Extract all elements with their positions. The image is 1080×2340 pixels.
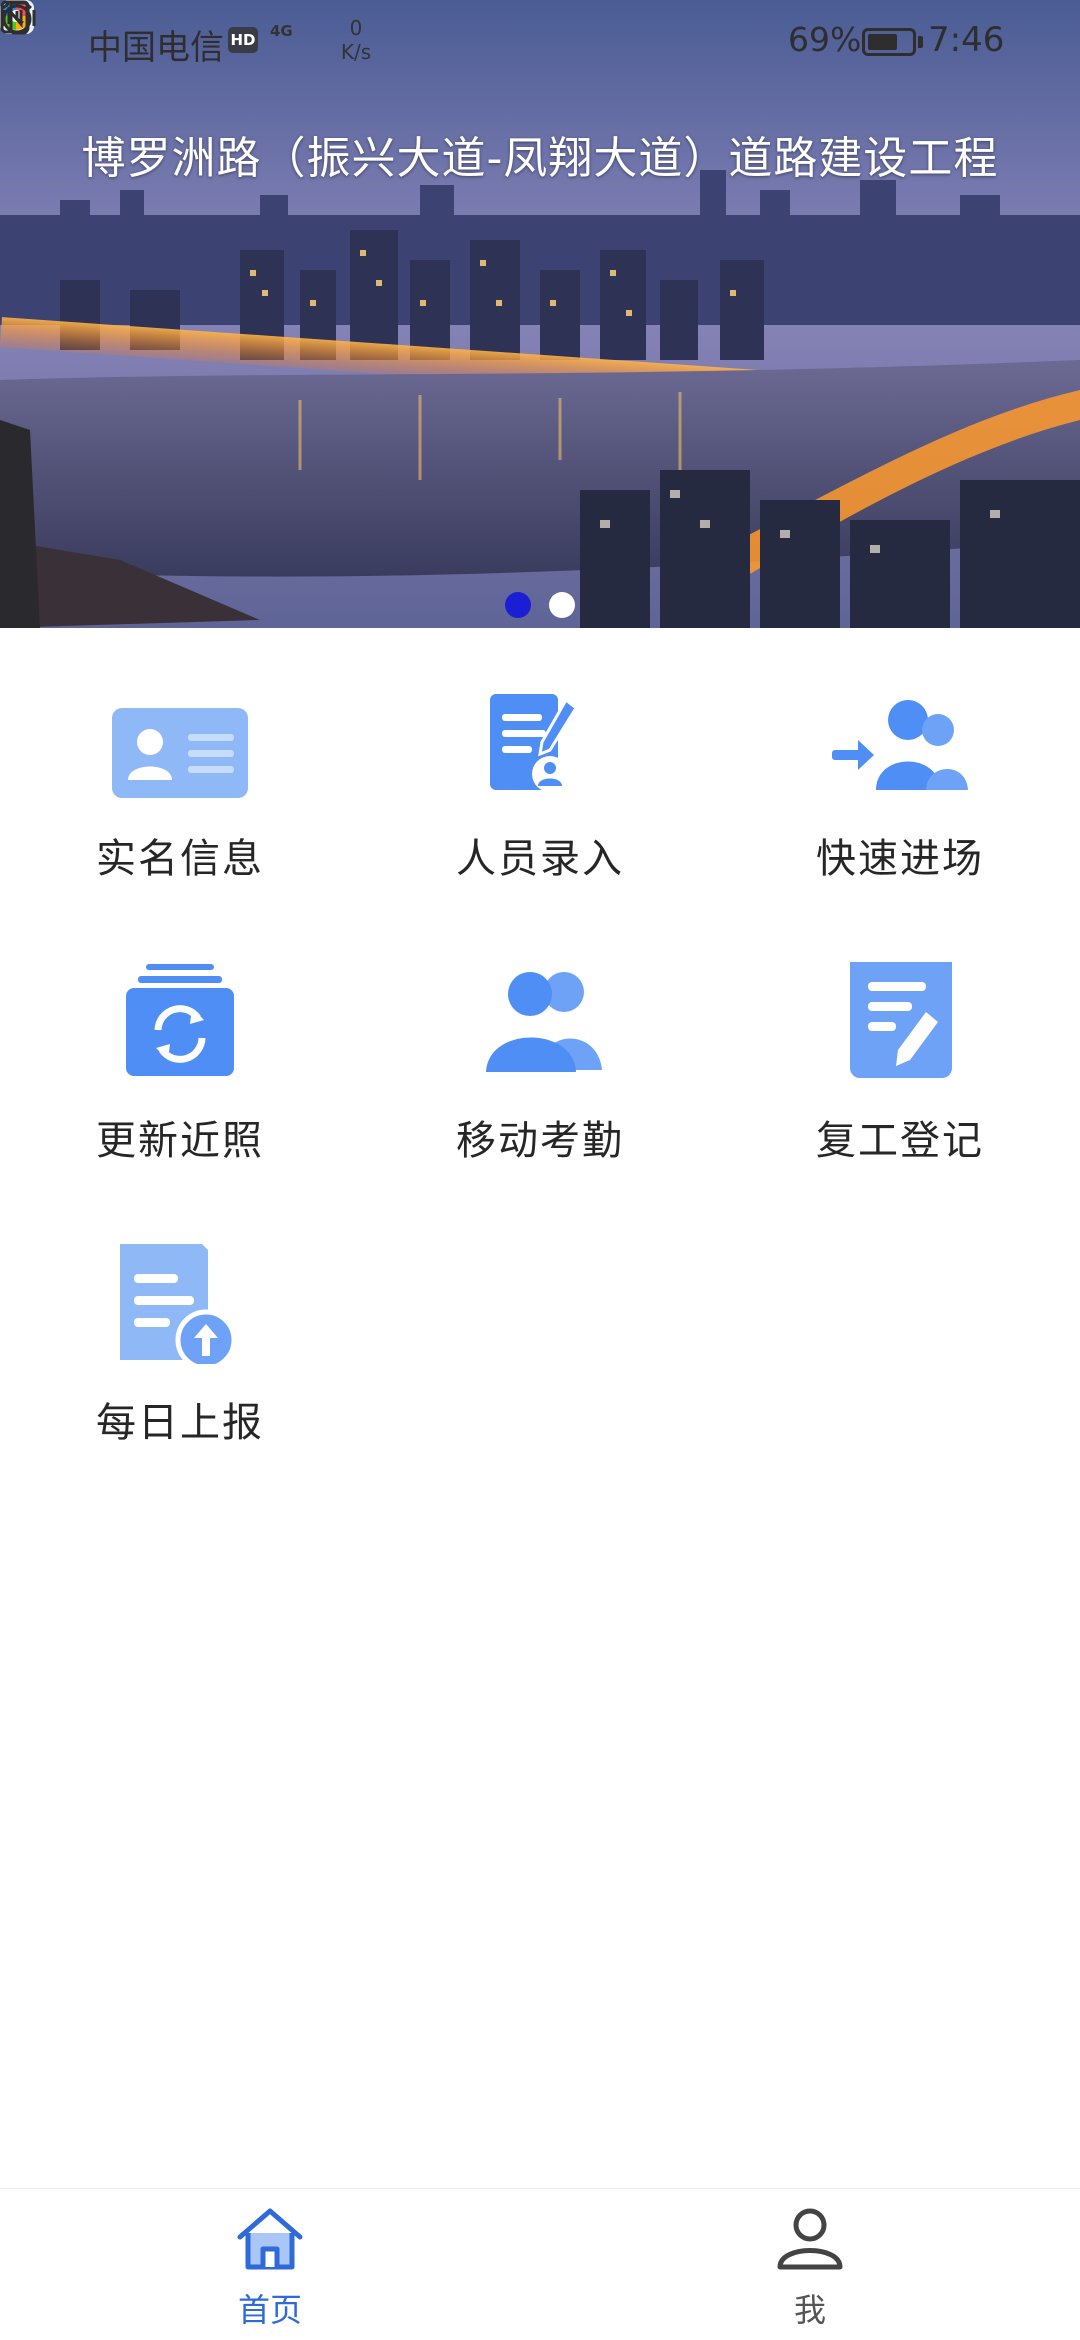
feature-update-photo[interactable]: 更新近照	[0, 910, 360, 1192]
battery-tip	[918, 36, 923, 48]
document-edit-user-icon	[490, 694, 578, 792]
home-icon	[237, 2208, 303, 2270]
users-group-icon	[486, 972, 602, 1072]
feature-label: 快速进场	[816, 836, 984, 882]
file-upload-icon	[120, 1244, 237, 1364]
feature-resume-work-registration[interactable]: 复工登记	[720, 910, 1080, 1192]
users-enter-icon	[832, 700, 968, 790]
network-speed: 0 K/s	[336, 16, 376, 64]
nav-label-home: 首页	[237, 2291, 302, 2329]
battery-icon	[862, 28, 916, 56]
network-type: 4G	[270, 22, 293, 40]
speed-unit: K/s	[340, 40, 372, 64]
nav-tab-me[interactable]: 我	[660, 2189, 960, 2340]
carousel-indicator	[0, 592, 1080, 622]
battery-fill	[868, 34, 897, 50]
feature-personnel-entry[interactable]: 人员录入	[360, 628, 720, 910]
feature-mobile-attendance[interactable]: 移动考勤	[360, 910, 720, 1192]
battery-percent: 69%	[788, 20, 862, 59]
hd-badge: HD	[228, 27, 258, 53]
carrier-name: 中国电信	[88, 28, 224, 68]
user-icon	[777, 2208, 843, 2270]
banner-carousel[interactable]: 中国电信 HD 4G 0 K/s 69% 7:46 博罗洲路（振兴大道-凤翔大道…	[0, 0, 1080, 628]
feature-label: 人员录入	[456, 836, 624, 882]
feature-real-name-info[interactable]: 实名信息	[0, 628, 360, 910]
feature-label: 移动考勤	[456, 1118, 624, 1164]
carousel-dot[interactable]	[549, 592, 575, 618]
feature-label: 每日上报	[96, 1400, 264, 1446]
feature-label: 实名信息	[96, 836, 264, 882]
carousel-dot-active[interactable]	[505, 592, 531, 618]
city-night-photo	[0, 0, 1080, 628]
speed-value: 0	[349, 16, 363, 40]
note-edit-icon	[850, 962, 952, 1078]
feature-quick-entry[interactable]: 快速进场	[720, 628, 1080, 910]
photo-refresh-icon	[126, 964, 234, 1076]
nav-tab-home[interactable]: 首页	[120, 2189, 420, 2340]
feature-daily-report[interactable]: 每日上报	[0, 1192, 360, 1474]
bottom-navigation: 首页 我	[0, 2188, 1080, 2340]
clock: 7:46	[928, 20, 1005, 60]
status-bar: 中国电信 HD 4G 0 K/s 69% 7:46	[0, 0, 1080, 86]
project-title: 博罗洲路（振兴大道-凤翔大道）道路建设工程	[81, 133, 999, 184]
vibrate-icon	[2, 1, 36, 35]
feature-label: 更新近照	[96, 1118, 264, 1164]
home-screen: 中国电信 HD 4G 0 K/s 69% 7:46 博罗洲路（振兴大道-凤翔大道…	[0, 0, 1080, 2340]
nav-label-me: 我	[793, 2291, 826, 2329]
id-card-icon	[112, 708, 248, 798]
feature-label: 复工登记	[816, 1118, 984, 1164]
